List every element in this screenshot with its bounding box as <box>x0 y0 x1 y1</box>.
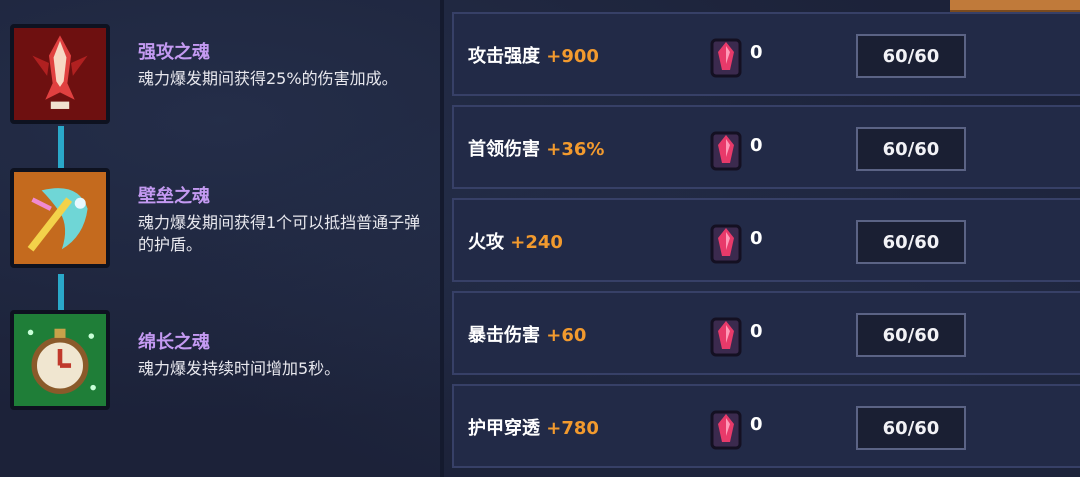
gem-count: 0 <box>750 135 763 156</box>
stat-bonus: +240 <box>510 232 563 253</box>
stat-bonus: +780 <box>546 418 599 439</box>
stat-level[interactable]: 60/60 <box>856 220 966 264</box>
panel-divider <box>440 0 444 477</box>
soul-gem-icon <box>710 131 742 171</box>
stat-row: 暴击伤害 +60 0 60/60 <box>452 291 1080 375</box>
gem-count: 0 <box>750 414 763 435</box>
soul-title: 壁垒之魂 <box>138 186 210 207</box>
soul-list: 强攻之魂 魂力爆发期间获得25%的伤害加成。 壁垒之魂 魂力爆发期间获得1个可以… <box>0 0 440 477</box>
soul-gem-icon <box>710 224 742 264</box>
soul-connector <box>58 274 64 312</box>
gem-count: 0 <box>750 321 763 342</box>
soul-description: 魂力爆发期间获得25%的伤害加成。 <box>138 69 398 88</box>
soul-gem-icon <box>710 38 742 78</box>
stat-label: 首领伤害 +36% <box>468 139 605 160</box>
stat-row: 护甲穿透 +780 0 60/60 <box>452 384 1080 468</box>
stat-level[interactable]: 60/60 <box>856 406 966 450</box>
stat-row: 攻击强度 +900 0 60/60 <box>452 12 1080 96</box>
gem-count: 0 <box>750 42 763 63</box>
stat-level[interactable]: 60/60 <box>856 34 966 78</box>
attack-soul-icon[interactable] <box>10 24 110 124</box>
stat-level[interactable]: 60/60 <box>856 127 966 171</box>
stat-bonus: +900 <box>546 46 599 67</box>
soul-gem-icon <box>710 410 742 450</box>
soul-connector <box>58 126 64 170</box>
stat-row: 首领伤害 +36% 0 60/60 <box>452 105 1080 189</box>
stopwatch-soul-icon[interactable] <box>10 310 110 410</box>
soul-title: 绵长之魂 <box>138 332 210 353</box>
soul-gem-icon <box>710 317 742 357</box>
stat-label: 攻击强度 +900 <box>468 46 599 67</box>
stat-label: 火攻 +240 <box>468 232 563 253</box>
soul-description: 魂力爆发期间获得1个可以抵挡普通子弹的护盾。 <box>138 213 421 254</box>
gem-count: 0 <box>750 228 763 249</box>
stat-level[interactable]: 60/60 <box>856 313 966 357</box>
stat-label: 暴击伤害 +60 <box>468 325 587 346</box>
soul-description: 魂力爆发持续时间增加5秒。 <box>138 359 341 378</box>
stat-row: 火攻 +240 0 60/60 <box>452 198 1080 282</box>
stat-bonus: +36% <box>546 139 605 160</box>
soul-title: 强攻之魂 <box>138 42 210 63</box>
stat-bonus: +60 <box>546 325 587 346</box>
stat-label: 护甲穿透 +780 <box>468 418 599 439</box>
shield-soul-icon[interactable] <box>10 168 110 268</box>
